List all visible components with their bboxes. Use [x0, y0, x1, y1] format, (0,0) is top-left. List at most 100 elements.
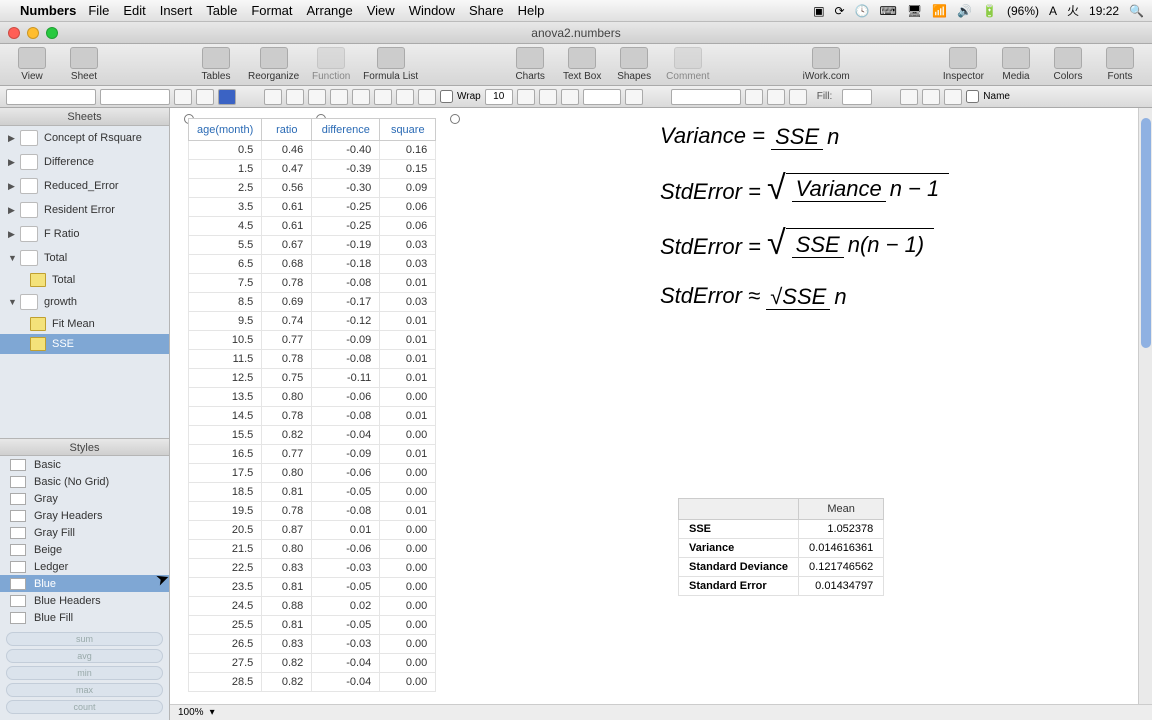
stats-row[interactable]: Variance0.014616361 — [679, 539, 884, 558]
align-left-button[interactable] — [264, 89, 282, 105]
checkbox-format-button[interactable] — [561, 89, 579, 105]
sheet-resident-error[interactable]: ▶Resident Error — [0, 198, 169, 222]
table-row[interactable]: 27.50.82-0.040.00 — [189, 654, 436, 673]
table-row[interactable]: 7.50.78-0.080.01 — [189, 274, 436, 293]
sheet-growth[interactable]: ▼growth — [0, 290, 169, 314]
cell-format-select[interactable] — [671, 89, 741, 105]
table-row[interactable]: 2.50.56-0.300.09 — [189, 179, 436, 198]
font-size-field[interactable]: 10 — [485, 89, 513, 105]
menu-view[interactable]: View — [367, 3, 395, 18]
table-row[interactable]: 20.50.870.010.00 — [189, 521, 436, 540]
table-row[interactable]: 18.50.81-0.050.00 — [189, 483, 436, 502]
window-minimize-button[interactable] — [27, 27, 39, 39]
menu-share[interactable]: Share — [469, 3, 504, 18]
percent-button[interactable] — [539, 89, 557, 105]
sheet-reduced-error[interactable]: ▶Reduced_Error — [0, 174, 169, 198]
canvas[interactable]: age(month)ratiodifferencesquare0.50.46-0… — [170, 108, 1152, 720]
border-none-button[interactable] — [789, 89, 807, 105]
style-blue-headers[interactable]: Blue Headers — [0, 592, 169, 609]
valign-top-button[interactable] — [374, 89, 392, 105]
menubar-display-icon[interactable]: 🖥 — [907, 4, 922, 18]
tool-media[interactable]: Media — [996, 47, 1036, 82]
name-checkbox[interactable] — [966, 90, 979, 103]
table-row[interactable]: 10.50.77-0.090.01 — [189, 331, 436, 350]
tool-tables[interactable]: Tables — [196, 47, 236, 82]
italic-button[interactable] — [196, 89, 214, 105]
menu-file[interactable]: File — [88, 3, 109, 18]
grid-button-3[interactable] — [944, 89, 962, 105]
stats-row[interactable]: SSE1.052378 — [679, 520, 884, 539]
menu-insert[interactable]: Insert — [160, 3, 193, 18]
menubar-battery-icon[interactable]: 🔋 — [982, 4, 997, 18]
tool-colors[interactable]: Colors — [1048, 47, 1088, 82]
fill-color-well[interactable] — [842, 89, 872, 105]
menubar-sync-icon[interactable]: ⟳ — [835, 4, 845, 18]
table-row[interactable]: 1.50.47-0.390.15 — [189, 160, 436, 179]
table-row[interactable]: 11.50.78-0.080.01 — [189, 350, 436, 369]
table-row[interactable]: 0.50.46-0.400.16 — [189, 141, 436, 160]
style-gray[interactable]: Gray — [0, 490, 169, 507]
calc-sum[interactable]: sum — [6, 632, 163, 646]
col-header[interactable]: square — [380, 119, 436, 141]
menu-table[interactable]: Table — [206, 3, 237, 18]
window-zoom-button[interactable] — [46, 27, 58, 39]
stats-row[interactable]: Standard Deviance0.121746562 — [679, 558, 884, 577]
table-row[interactable]: 16.50.77-0.090.01 — [189, 445, 436, 464]
table-row[interactable]: 5.50.67-0.190.03 — [189, 236, 436, 255]
sheet-difference[interactable]: ▶Difference — [0, 150, 169, 174]
style-blue[interactable]: Blue — [0, 575, 169, 592]
table-total[interactable]: Total — [0, 270, 169, 290]
align-justify-button[interactable] — [330, 89, 348, 105]
stats-row[interactable]: Standard Error0.01434797 — [679, 577, 884, 596]
menubar-projector-icon[interactable]: ▣ — [813, 4, 824, 18]
zoom-stepper-icon[interactable]: ▾ — [210, 707, 215, 718]
sheet-concept-rsquare[interactable]: ▶Concept of Rsquare — [0, 126, 169, 150]
tool-reorganize[interactable]: Reorganize — [248, 47, 299, 82]
cell-ref-field[interactable] — [6, 89, 96, 105]
table-row[interactable]: 9.50.74-0.120.01 — [189, 312, 436, 331]
text-color-button[interactable] — [218, 89, 236, 105]
vertical-scrollbar[interactable] — [1138, 108, 1152, 720]
table-row[interactable]: 19.50.78-0.080.01 — [189, 502, 436, 521]
table-sse[interactable]: SSE — [0, 334, 169, 354]
decimals-field[interactable] — [583, 89, 621, 105]
table-row[interactable]: 14.50.78-0.080.01 — [189, 407, 436, 426]
menubar-wifi-icon[interactable]: 📶 — [932, 4, 947, 18]
table-row[interactable]: 25.50.81-0.050.00 — [189, 616, 436, 635]
number-format-button[interactable] — [625, 89, 643, 105]
tool-comment[interactable]: Comment — [666, 47, 709, 82]
table-row[interactable]: 13.50.80-0.060.00 — [189, 388, 436, 407]
tool-inspector[interactable]: Inspector — [943, 47, 984, 82]
style-gray-fill[interactable]: Gray Fill — [0, 524, 169, 541]
align-auto-button[interactable] — [352, 89, 370, 105]
style-gray-headers[interactable]: Gray Headers — [0, 507, 169, 524]
table-row[interactable]: 22.50.83-0.030.00 — [189, 559, 436, 578]
sheet-total[interactable]: ▼Total — [0, 246, 169, 270]
col-header[interactable]: difference — [312, 119, 380, 141]
tool-charts[interactable]: Charts — [510, 47, 550, 82]
style-ledger[interactable]: Ledger — [0, 558, 169, 575]
calc-max[interactable]: max — [6, 683, 163, 697]
bold-button[interactable] — [174, 89, 192, 105]
table-row[interactable]: 28.50.82-0.040.00 — [189, 673, 436, 692]
scrollbar-thumb[interactable] — [1141, 118, 1151, 348]
tool-sheet[interactable]: Sheet — [64, 47, 104, 82]
style-basic[interactable]: Basic — [0, 456, 169, 473]
border-style-button[interactable] — [745, 89, 763, 105]
tool-formula-list[interactable]: Formula List — [363, 47, 418, 82]
tool-textbox[interactable]: Text Box — [562, 47, 602, 82]
wrap-checkbox[interactable] — [440, 90, 453, 103]
valign-bottom-button[interactable] — [418, 89, 436, 105]
tool-shapes[interactable]: Shapes — [614, 47, 654, 82]
menu-edit[interactable]: Edit — [123, 3, 145, 18]
table-fit-mean[interactable]: Fit Mean — [0, 314, 169, 334]
grid-button-1[interactable] — [900, 89, 918, 105]
menu-window[interactable]: Window — [409, 3, 455, 18]
style-beige[interactable]: Beige — [0, 541, 169, 558]
font-family-select[interactable] — [100, 89, 170, 105]
tool-fonts[interactable]: Fonts — [1100, 47, 1140, 82]
col-header[interactable]: age(month) — [189, 119, 262, 141]
window-close-button[interactable] — [8, 27, 20, 39]
table-row[interactable]: 6.50.68-0.180.03 — [189, 255, 436, 274]
align-right-button[interactable] — [308, 89, 326, 105]
